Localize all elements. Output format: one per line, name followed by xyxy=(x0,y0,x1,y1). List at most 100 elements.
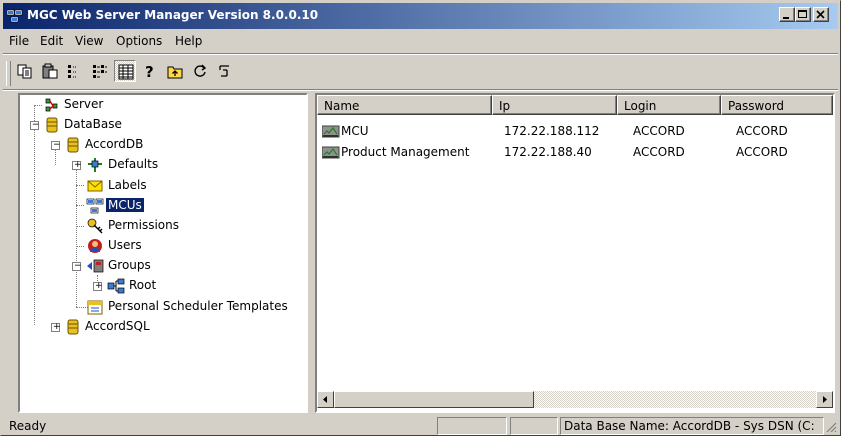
scroll-thumb[interactable] xyxy=(334,391,534,408)
menu-edit[interactable]: Edit xyxy=(40,34,63,48)
column-header-ip[interactable]: Ip xyxy=(492,95,617,115)
toolbar: ? xyxy=(12,58,292,88)
expand-icon[interactable]: + xyxy=(51,323,61,332)
paste-button[interactable] xyxy=(39,60,61,82)
database-icon xyxy=(67,137,79,153)
tree-line xyxy=(76,205,84,206)
tree-label: Groups xyxy=(108,258,151,272)
database-icon xyxy=(46,117,58,133)
column-label: Login xyxy=(624,99,657,113)
copy-button[interactable] xyxy=(14,60,36,82)
list-view-button[interactable] xyxy=(89,60,111,82)
help-icon: ? xyxy=(145,63,154,79)
maximize-button[interactable] xyxy=(795,7,811,22)
cell-login: ACCORD xyxy=(633,145,685,159)
collapse-icon[interactable]: − xyxy=(51,141,61,150)
details-view-icon xyxy=(118,64,134,80)
defaults-icon xyxy=(88,158,102,172)
resize-grip-icon[interactable] xyxy=(825,421,837,433)
toolbar-separator xyxy=(3,89,838,91)
mcu-network-icon xyxy=(86,198,104,214)
menu-bar: File Edit View Options Help xyxy=(3,30,838,52)
reconnect-button[interactable] xyxy=(214,60,236,82)
cell-name: Product Management xyxy=(341,145,470,159)
status-bar: Ready Data Base Name: AccordDB - Sys DSN… xyxy=(3,415,838,435)
status-panel-blank-2 xyxy=(510,417,558,435)
menu-separator xyxy=(3,53,838,55)
tree-line xyxy=(76,185,84,186)
menu-options[interactable]: Options xyxy=(116,34,162,48)
cell-login: ACCORD xyxy=(633,124,685,138)
svg-text:?: ? xyxy=(145,63,154,79)
tree-line xyxy=(34,129,35,325)
close-icon xyxy=(816,10,825,19)
cell-password: ACCORD xyxy=(736,145,788,159)
close-button[interactable] xyxy=(813,7,829,22)
up-folder-icon xyxy=(167,66,183,79)
small-icons-view-icon xyxy=(68,65,76,78)
tree-label: AccordDB xyxy=(85,137,144,151)
column-header-password[interactable]: Password xyxy=(721,95,833,115)
status-panel-db: Data Base Name: AccordDB - Sys DSN (C: xyxy=(560,417,824,435)
database-icon xyxy=(67,319,79,335)
tree-label: MCUs xyxy=(106,198,144,212)
help-button[interactable]: ? xyxy=(139,60,161,82)
scroll-right-button[interactable] xyxy=(816,391,833,408)
tree-label: Personal Scheduler Templates xyxy=(108,299,288,313)
mcu-device-icon xyxy=(322,146,340,159)
refresh-button[interactable] xyxy=(189,60,211,82)
up-folder-button[interactable] xyxy=(164,60,186,82)
tree-label: Labels xyxy=(108,178,147,192)
status-panel-blank-1 xyxy=(437,417,507,435)
column-label: Ip xyxy=(499,99,511,113)
collapse-icon[interactable]: − xyxy=(30,121,40,130)
list-pane[interactable]: Name Ip Login Password MCU 172.22.188.11… xyxy=(315,93,835,413)
details-view-button[interactable] xyxy=(114,60,136,82)
scheduler-icon xyxy=(87,300,103,315)
envelope-icon xyxy=(87,180,103,192)
expand-icon[interactable]: + xyxy=(72,161,82,170)
copy-icon xyxy=(17,64,32,79)
mcu-device-icon xyxy=(322,125,340,138)
menu-help[interactable]: Help xyxy=(175,34,202,48)
cell-name: MCU xyxy=(341,124,369,138)
tree-label: Permissions xyxy=(108,218,179,232)
app-icon[interactable] xyxy=(7,8,23,24)
app-window: MGC Web Server Manager Version 8.0.0.10 … xyxy=(0,0,841,436)
cell-ip: 172.22.188.40 xyxy=(504,145,592,159)
reconnect-icon xyxy=(219,65,229,77)
title-bar[interactable]: MGC Web Server Manager Version 8.0.0.10 xyxy=(3,3,838,29)
horizontal-scrollbar[interactable] xyxy=(317,391,833,408)
minimize-button[interactable] xyxy=(779,7,795,22)
expand-icon[interactable]: + xyxy=(93,282,103,291)
menu-file[interactable]: File xyxy=(9,34,29,48)
hierarchy-icon xyxy=(107,278,125,294)
toolbar-grip[interactable] xyxy=(6,61,11,86)
arrow-left-icon xyxy=(323,396,327,403)
column-label: Password xyxy=(728,99,785,113)
server-icon xyxy=(45,98,58,112)
column-header-login[interactable]: Login xyxy=(617,95,721,115)
paste-icon xyxy=(42,63,58,79)
cell-password: ACCORD xyxy=(736,124,788,138)
column-header-name[interactable]: Name xyxy=(317,95,492,115)
tree-label: Root xyxy=(129,278,157,292)
window-title: MGC Web Server Manager Version 8.0.0.10 xyxy=(27,8,319,22)
list-item[interactable]: MCU 172.22.188.112 ACCORD ACCORD xyxy=(317,121,833,141)
small-icons-view-button[interactable] xyxy=(64,60,86,82)
menu-view[interactable]: View xyxy=(75,34,103,48)
tree-label: AccordSQL xyxy=(85,319,150,333)
users-icon xyxy=(88,239,102,253)
tree-line xyxy=(34,105,42,106)
tree-pane[interactable]: Server − DataBase − AccordDB + Defaults … xyxy=(18,93,308,413)
cell-ip: 172.22.188.112 xyxy=(504,124,600,138)
list-item[interactable]: Product Management 172.22.188.40 ACCORD … xyxy=(317,142,833,162)
tree-line xyxy=(76,246,84,247)
column-label: Name xyxy=(324,99,360,113)
collapse-icon[interactable]: − xyxy=(72,262,82,271)
scroll-left-button[interactable] xyxy=(317,391,334,408)
tree-label: DataBase xyxy=(64,117,122,131)
status-text: Ready xyxy=(9,419,47,433)
tree-label: Users xyxy=(108,238,142,252)
permissions-icon xyxy=(87,218,103,234)
